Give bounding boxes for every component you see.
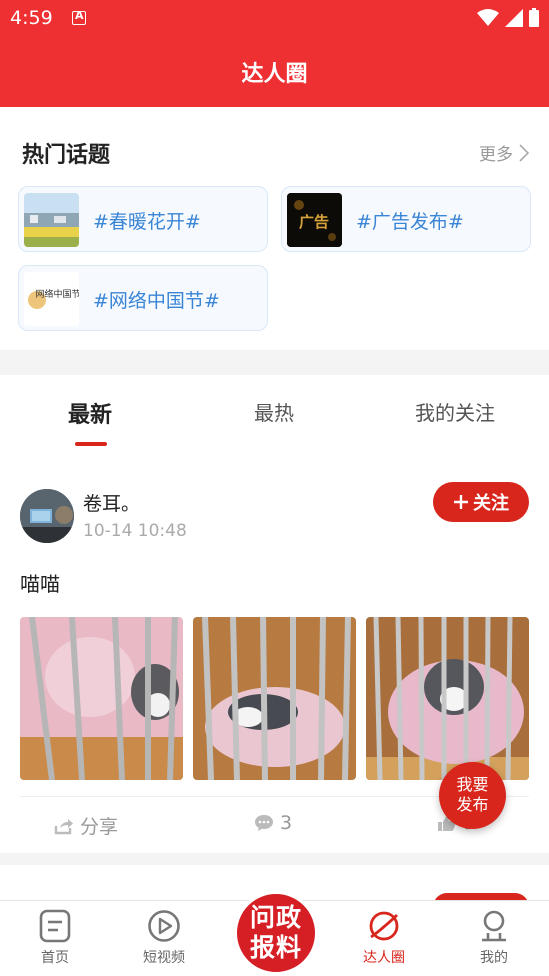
comment-icon	[255, 815, 273, 831]
hot-topics-title: 热门话题	[22, 143, 111, 168]
nav-item-circle[interactable]: 达人圈	[339, 909, 429, 967]
status-time: 4:59	[10, 7, 53, 29]
report-center-button[interactable]: 问政 报料	[234, 891, 318, 975]
post-username[interactable]: 卷耳。	[83, 489, 140, 516]
comment-button[interactable]: 3	[254, 812, 292, 834]
share-icon	[54, 818, 73, 834]
avatar[interactable]	[20, 489, 74, 543]
active-tab-indicator	[75, 442, 107, 446]
festival-thumb-text: 网络中国节	[35, 288, 79, 300]
fab-line1: 我要	[456, 775, 489, 794]
topic-card[interactable]: #春暖花开#	[18, 186, 268, 252]
report-line1: 问政	[249, 903, 302, 932]
comment-count: 3	[280, 812, 293, 834]
publish-fab-button[interactable]: 我要 发布	[439, 762, 506, 829]
nav-item-video[interactable]: 短视频	[119, 909, 209, 967]
hot-topics-section: 热门话题 更多 #春暖花开# 广告 #广告发布# 网络中国节 #网络中国节#	[0, 107, 549, 350]
top-bar: 4:59 达人圈	[0, 0, 549, 107]
home-icon	[39, 909, 71, 943]
post-time: 10-14 10:48	[83, 521, 187, 541]
more-label: 更多	[479, 145, 513, 165]
battery-icon	[529, 8, 539, 27]
nav-label-home: 首页	[41, 950, 69, 966]
wifi-icon	[477, 8, 499, 26]
app-screen: 4:59 达人圈 热门话题 更多	[0, 0, 549, 976]
nav-item-home[interactable]: 首页	[10, 909, 100, 967]
report-line2: 报料	[249, 933, 302, 962]
post-photo[interactable]	[366, 617, 529, 780]
notification-icon	[72, 9, 86, 25]
more-link[interactable]: 更多	[479, 140, 529, 165]
page-title: 达人圈	[241, 62, 308, 87]
nav-label-circle: 达人圈	[363, 950, 405, 966]
post-photo[interactable]	[20, 617, 183, 780]
topic-label: #广告发布#	[356, 211, 464, 233]
tab-hottest[interactable]: 最热	[254, 397, 294, 426]
nav-label-mine: 我的	[480, 950, 508, 966]
plus-icon	[454, 495, 468, 509]
post-text: 喵喵	[20, 572, 60, 596]
status-bar: 4:59	[0, 0, 549, 36]
nav-label-video: 短视频	[143, 950, 185, 966]
post-photo[interactable]	[193, 617, 356, 780]
topic-thumbnail: 网络中国节	[24, 272, 79, 326]
topic-card[interactable]: 广告 #广告发布#	[281, 186, 531, 252]
chevron-right-icon	[519, 143, 529, 162]
tab-latest[interactable]: 最新	[68, 397, 112, 429]
fab-line2: 发布	[456, 795, 489, 814]
follow-button[interactable]: 关注	[433, 482, 529, 522]
share-button[interactable]: 分享	[54, 812, 118, 839]
play-icon	[148, 910, 180, 942]
nav-item-mine[interactable]: 我的	[449, 909, 539, 967]
topic-label: #春暖花开#	[93, 211, 201, 233]
user-icon	[482, 910, 506, 942]
share-label: 分享	[80, 816, 119, 838]
topic-thumbnail: 广告	[287, 193, 342, 247]
status-icons	[477, 8, 539, 27]
ad-thumb-text: 广告	[299, 213, 329, 231]
planet-icon	[369, 911, 399, 941]
signal-icon	[505, 8, 523, 27]
follow-label: 关注	[473, 493, 509, 514]
tab-following[interactable]: 我的关注	[415, 397, 495, 426]
topic-label: #网络中国节#	[93, 290, 220, 312]
topic-thumbnail	[24, 193, 79, 247]
topic-card[interactable]: 网络中国节 #网络中国节#	[18, 265, 268, 331]
